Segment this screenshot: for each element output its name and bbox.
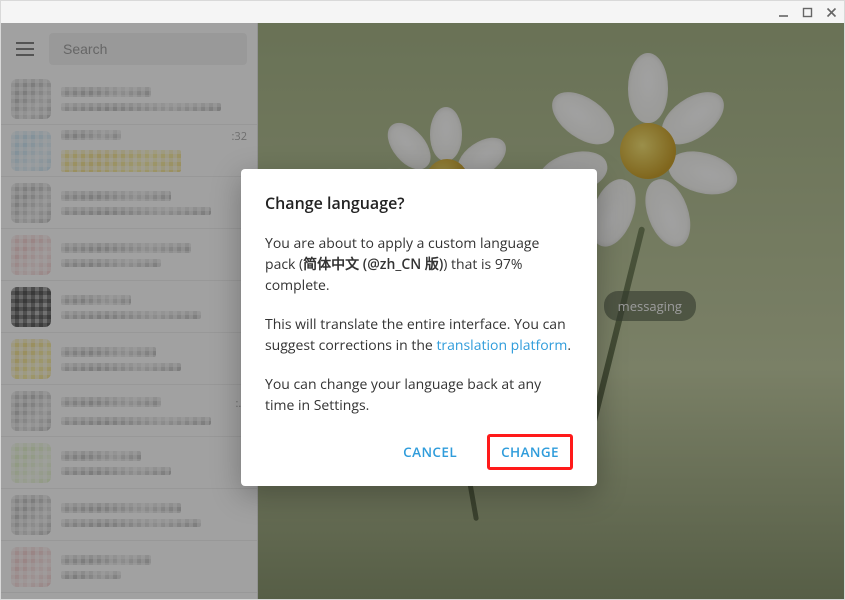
maximize-icon[interactable]: [800, 5, 814, 19]
change-button[interactable]: CHANGE: [487, 434, 573, 470]
titlebar: [1, 1, 844, 23]
app-window: :32: [0, 0, 845, 600]
translation-platform-link[interactable]: translation platform: [436, 336, 567, 355]
dialog-actions: CANCEL CHANGE: [265, 434, 573, 470]
dialog-paragraph-3: You can change your language back at any…: [265, 374, 573, 416]
dialog-paragraph-2: This will translate the entire interface…: [265, 314, 573, 356]
cancel-button[interactable]: CANCEL: [389, 434, 471, 470]
minimize-icon[interactable]: [776, 5, 790, 19]
close-icon[interactable]: [824, 5, 838, 19]
change-language-dialog: Change language? You are about to apply …: [241, 169, 597, 486]
dialog-paragraph-1: You are about to apply a custom language…: [265, 233, 573, 296]
dialog-title: Change language?: [265, 191, 573, 215]
